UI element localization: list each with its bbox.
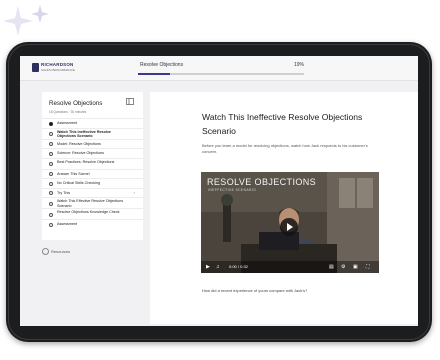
video-title: RESOLVE OBJECTIONS <box>207 177 317 187</box>
top-bar: RICHARDSON SALES PERFORMANCE Resolve Obj… <box>20 56 418 81</box>
sidebar-item[interactable]: Science: Resolve Objections <box>42 148 143 158</box>
step-circle-icon <box>49 132 53 136</box>
sidebar-item[interactable]: Resolve Objections Knowledge Check <box>42 208 143 219</box>
step-circle-icon <box>49 201 53 206</box>
sidebar-item[interactable]: Watch This Effective Resolve Objections … <box>42 197 143 208</box>
sidebar-item-label: Try This <box>57 190 71 195</box>
step-circle-icon <box>49 222 53 227</box>
fullscreen-icon[interactable]: ⛶ <box>366 264 370 270</box>
sidebar-item-label: Model: Resolve Objections <box>57 141 101 146</box>
chevron-right-icon: › <box>133 189 135 195</box>
sidebar-item-label: Watch This Effective Resolve Objections … <box>57 199 124 208</box>
sidebar-item[interactable]: No Critical Skills Checking <box>42 178 143 188</box>
sidebar-list: Assessment Watch This Ineffective Resolve… <box>42 118 143 229</box>
lesson-sidebar: Resolve Objections 16 Questions · 30 min… <box>42 92 143 240</box>
step-circle-icon <box>49 142 53 147</box>
video-controls: ▶ ♫ 0:00 / 0:32 ▤ ⚙ ▣ ⛶ <box>201 261 379 273</box>
sidebar-item[interactable]: Try This › <box>42 187 143 198</box>
sidebar-item-label: No Critical Skills Checking <box>57 181 101 186</box>
logo-mark <box>32 63 39 72</box>
sidebar-item[interactable]: Assessment <box>42 118 143 128</box>
logo-name: RICHARDSON <box>41 62 74 67</box>
lesson-title: Watch This Ineffective Resolve Objection… <box>202 112 363 136</box>
play-icon[interactable]: ▶ <box>206 264 210 270</box>
sidebar-item-label: Assessment <box>57 222 78 227</box>
sidebar-meta: 16 Questions · 30 minutes <box>49 110 87 114</box>
logo-subtitle: SALES PERFORMANCE <box>41 68 75 72</box>
sidebar-item-label: Resolve Objections Knowledge Check <box>57 210 120 214</box>
play-button[interactable] <box>280 218 298 236</box>
step-circle-icon <box>49 181 53 186</box>
step-circle-icon <box>49 212 53 217</box>
step-circle-icon <box>49 172 53 177</box>
tablet-device: RICHARDSON SALES PERFORMANCE Resolve Obj… <box>6 42 432 342</box>
sidebar-item-label: Watch This Ineffective Resolve Objection… <box>57 129 111 139</box>
sidebar-item-label: Science: Resolve Objections <box>57 151 104 156</box>
breadcrumb: Resolve Objections <box>140 62 184 68</box>
step-circle-icon <box>49 151 53 156</box>
reflection-question: How did a recent experience of yours com… <box>202 288 308 293</box>
resources-icon <box>42 248 49 255</box>
sidebar-item[interactable]: Answer This Scene! <box>42 168 143 179</box>
sidebar-item-label: Assessment <box>57 121 78 126</box>
sidebar-item[interactable]: Assessment <box>42 219 143 229</box>
step-circle-icon <box>49 191 53 196</box>
sidebar-item-label: Answer This Scene! <box>57 171 90 176</box>
collapse-sidebar-icon[interactable] <box>126 98 134 105</box>
video-time: 0:00 / 0:32 <box>229 264 248 269</box>
sidebar-item[interactable]: Best Practices: Resolve Objections <box>42 157 143 169</box>
video-subtitle: INEFFECTIVE SCENARIO <box>208 188 257 192</box>
sidebar-item-label: Best Practices: Resolve Objections <box>57 159 115 164</box>
brand-logo[interactable]: RICHARDSON SALES PERFORMANCE <box>32 62 82 74</box>
volume-icon[interactable]: ♫ <box>216 264 220 270</box>
captions-icon[interactable]: ▤ <box>329 264 334 270</box>
completed-icon <box>49 121 53 126</box>
app-screen: RICHARDSON SALES PERFORMANCE Resolve Obj… <box>20 56 418 326</box>
resources-label: Resources <box>51 249 71 254</box>
resources-link[interactable]: Resources <box>42 248 102 256</box>
step-circle-icon <box>49 162 53 166</box>
progress-percent: 19% <box>294 62 305 68</box>
sidebar-title: Resolve Objections <box>49 100 103 107</box>
lesson-content: Watch This Ineffective Resolve Objection… <box>150 92 418 324</box>
settings-icon[interactable]: ⚙ <box>341 264 345 270</box>
lesson-description: Before you learn a model for resolving o… <box>202 143 368 154</box>
sparkle-icon <box>4 5 49 36</box>
sidebar-item[interactable]: Model: Resolve Objections <box>42 138 143 149</box>
progress-bar <box>138 73 304 75</box>
progress-fill <box>138 73 170 75</box>
picture-in-picture-icon[interactable]: ▣ <box>353 264 358 270</box>
sidebar-item[interactable]: Watch This Ineffective Resolve Objection… <box>42 127 143 139</box>
video-player[interactable]: RESOLVE OBJECTIONS INEFFECTIVE SCENARIO … <box>201 172 379 273</box>
